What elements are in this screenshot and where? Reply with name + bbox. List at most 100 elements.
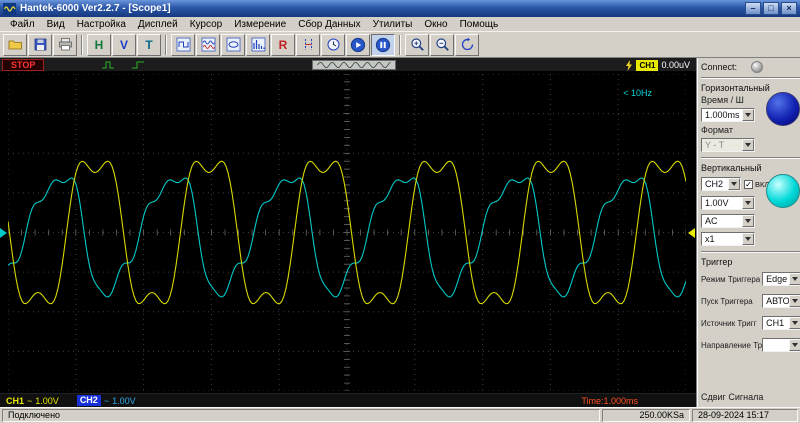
trigger-edge-icon (100, 60, 116, 70)
trigger-slope-label: Направление Тр (701, 341, 762, 350)
trigger-channel-badge: CH1 (636, 60, 658, 71)
ch2-ground-marker[interactable] (0, 228, 7, 238)
close-button[interactable]: × (781, 2, 797, 15)
toolbar: H V T R (0, 32, 800, 58)
sample-rate: 250.00KSa (602, 409, 690, 422)
menubar: Файл Вид Настройка Дисплей Курсор Измере… (0, 17, 800, 32)
autoset-button[interactable] (321, 34, 345, 56)
menu-measure[interactable]: Измерение (228, 19, 292, 30)
menu-utility[interactable]: Утилиты (367, 19, 419, 30)
chevron-down-icon[interactable] (742, 215, 754, 227)
open-button[interactable] (3, 34, 27, 56)
trigger-source-select[interactable]: CH1 (762, 316, 800, 330)
trigger-panel-button[interactable]: T (137, 34, 161, 56)
menu-file[interactable]: Файл (4, 19, 41, 30)
toolbar-separator (81, 35, 83, 55)
minimize-button[interactable]: – (745, 2, 761, 15)
ch2-volts: 1.00V (112, 396, 136, 406)
dual-trace-button[interactable] (196, 34, 220, 56)
format-select[interactable]: Y - T (701, 138, 755, 152)
horizontal-position-slider[interactable] (312, 60, 396, 70)
chevron-down-icon[interactable] (789, 273, 800, 285)
vertical-panel-button[interactable]: V (112, 34, 136, 56)
probe-select[interactable]: x1 (701, 232, 755, 246)
panel-divider (701, 77, 800, 79)
clock-icon (326, 37, 341, 52)
channel-readout-bar: CH1 ~ 1.00V CH2 ~ 1.00V Time:1.000ms (0, 393, 696, 407)
maximize-button[interactable]: □ (763, 2, 779, 15)
waveform-mode-button[interactable] (171, 34, 195, 56)
datetime: 28-09-2024 15:17 (692, 409, 798, 422)
xy-mode-button[interactable] (221, 34, 245, 56)
menu-view[interactable]: Вид (41, 19, 71, 30)
print-button[interactable] (53, 34, 77, 56)
ch2-readout: CH2 ~ 1.00V (77, 395, 136, 406)
timebase-readout: Time:1.000ms (581, 396, 638, 406)
cursor-measure-button[interactable] (296, 34, 320, 56)
chevron-down-icon[interactable] (742, 197, 754, 209)
zoom-in-button[interactable] (405, 34, 429, 56)
ch2-label: CH2 (77, 395, 101, 406)
trigger-source-label: Источник Тригг (701, 319, 757, 328)
trigger-level-marker[interactable] (688, 228, 695, 238)
vertical-knob[interactable] (766, 174, 800, 208)
scope-column: STOP CH1 0.00uV < 10Hz (0, 58, 696, 407)
probe-value: x1 (705, 234, 715, 244)
ch1-coupling-icon: ~ (27, 396, 32, 406)
dual-wave-icon (201, 37, 216, 52)
trigger-slope-select[interactable] (762, 338, 800, 352)
scope-plot-svg (8, 74, 686, 391)
timebase-select[interactable]: 1.000ms (701, 108, 755, 122)
ch1-label: CH1 (6, 396, 24, 406)
save-button[interactable] (28, 34, 52, 56)
toolbar-separator (165, 35, 167, 55)
menu-setup[interactable]: Настройка (71, 19, 132, 30)
titlebar: Hantek-6000 Ver2.2.7 - [Scope1] – □ × (0, 0, 800, 17)
selfcal-button[interactable] (455, 34, 479, 56)
menu-window[interactable]: Окно (418, 19, 453, 30)
trigger-sweep-label: Пуск Триггера (701, 297, 753, 306)
chevron-down-icon[interactable] (789, 339, 800, 351)
channel-select[interactable]: CH2 (701, 177, 741, 191)
zoom-in-icon (410, 37, 425, 52)
cursor-lines-icon (301, 37, 316, 52)
play-icon (350, 37, 366, 53)
trigger-sweep-select[interactable]: АВТО (762, 294, 800, 308)
connection-status: Подключено (2, 409, 600, 422)
scope-plot (8, 74, 686, 391)
zoom-out-button[interactable] (430, 34, 454, 56)
record-button[interactable]: R (271, 34, 295, 56)
volts-div-value: 1.00V (705, 198, 729, 208)
menu-acquire[interactable]: Сбор Данных (292, 19, 366, 30)
trigger-mode-value: Edge (766, 274, 787, 284)
volts-div-select[interactable]: 1.00V (701, 196, 755, 210)
vertical-letter: V (120, 38, 128, 52)
run-stop-indicator: STOP (2, 59, 44, 71)
toolbar-separator (399, 35, 401, 55)
start-button[interactable] (346, 34, 370, 56)
chevron-down-icon[interactable] (742, 233, 754, 245)
fft-bars-icon (251, 37, 266, 52)
connect-led (751, 61, 763, 73)
record-letter: R (279, 38, 288, 52)
menu-cursor[interactable]: Курсор (184, 19, 229, 30)
chevron-down-icon[interactable] (789, 295, 800, 307)
app-icon (3, 3, 16, 15)
chevron-down-icon[interactable] (789, 317, 800, 329)
save-floppy-icon (33, 37, 48, 52)
trigger-letter: T (145, 38, 152, 52)
horizontal-knob[interactable] (766, 92, 800, 126)
scope-display: < 10Hz (0, 72, 696, 393)
coupling-select[interactable]: AC (701, 214, 755, 228)
fft-mode-button[interactable] (246, 34, 270, 56)
chevron-down-icon[interactable] (742, 139, 754, 151)
menu-display[interactable]: Дисплей (132, 19, 184, 30)
chevron-down-icon[interactable] (728, 178, 740, 190)
pause-button[interactable] (371, 34, 395, 56)
statusbar: Подключено 250.00KSa 28-09-2024 15:17 (0, 407, 800, 423)
chevron-down-icon[interactable] (742, 109, 754, 121)
menu-help[interactable]: Помощь (454, 19, 505, 30)
horizontal-letter: H (95, 38, 104, 52)
trigger-mode-select[interactable]: Edge (762, 272, 800, 286)
horizontal-panel-button[interactable]: H (87, 34, 111, 56)
